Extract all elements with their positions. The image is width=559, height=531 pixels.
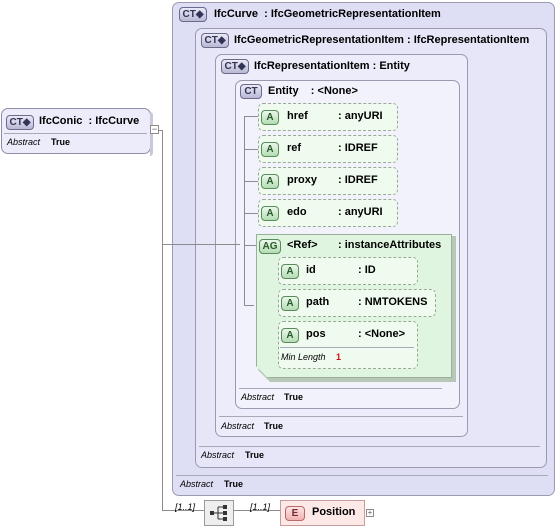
connector-line xyxy=(244,213,258,214)
ifccurve-abstract-value: True xyxy=(224,479,244,489)
sequence-icon xyxy=(210,505,227,521)
ifcgeometricrepresentationitem-abstract-label: Abstract xyxy=(201,450,235,460)
position-cardinality: [1..1] xyxy=(250,502,271,512)
connector-line xyxy=(244,149,258,150)
ifcconic-separator xyxy=(4,133,147,134)
ifcconic-abstract-value: True xyxy=(51,137,71,147)
entity-abstract-value: True xyxy=(284,392,304,402)
ifcgeometricrepresentationitem-separator xyxy=(199,446,540,447)
attribute-pos-separator xyxy=(280,347,414,348)
attribute-icon: A xyxy=(261,174,279,189)
ifcgeometricrepresentationitem-title: IfcGeometricRepresentationItem : IfcRepr… xyxy=(234,34,530,46)
entity-abstract-label: Abstract xyxy=(241,392,275,402)
attribute-name: ref xyxy=(287,142,302,154)
attribute-icon: A xyxy=(261,110,279,125)
attribute-group-name: <Ref> xyxy=(287,239,318,251)
complex-type-icon: CT ◆ xyxy=(221,59,249,74)
attribute-icon: A xyxy=(261,142,279,157)
connector-line xyxy=(244,305,254,306)
connector-line xyxy=(244,116,258,117)
position-element-name: Position xyxy=(312,506,356,518)
attribute-icon: A xyxy=(281,296,299,311)
attribute-name: path xyxy=(306,296,330,308)
ifccurve-separator xyxy=(176,475,548,476)
connector-line xyxy=(162,244,240,245)
sequence-cardinality: [1..1] xyxy=(175,502,196,512)
entity-title: Entity : <None> xyxy=(268,85,358,97)
attribute-type: : anyURI xyxy=(338,206,383,218)
attribute-name: pos xyxy=(306,328,326,340)
connector-line xyxy=(244,181,258,182)
ifcrepresentationitem-abstract-value: True xyxy=(264,421,284,431)
complex-type-icon: CT ◆ xyxy=(179,7,207,22)
min-length-value: 1 xyxy=(336,352,342,362)
attribute-name: href xyxy=(287,110,308,122)
attribute-type: : IDREF xyxy=(338,142,378,154)
connector-line xyxy=(162,130,163,511)
attribute-id[interactable] xyxy=(278,257,418,285)
ifcconic-abstract-label: Abstract xyxy=(7,137,41,147)
ifcrepresentationitem-abstract-label: Abstract xyxy=(221,421,255,431)
attribute-type: : NMTOKENS xyxy=(358,296,428,308)
attribute-type: : <None> xyxy=(358,328,406,340)
ifcconic-title: IfcConic : IfcCurve xyxy=(39,115,140,127)
attribute-group-type: : instanceAttributes xyxy=(338,239,442,251)
collapse-toggle[interactable]: − xyxy=(150,125,159,134)
entity-separator xyxy=(239,388,442,389)
attribute-name: edo xyxy=(287,206,307,218)
expand-toggle[interactable]: + xyxy=(366,509,374,517)
attribute-name: proxy xyxy=(287,174,317,186)
attribute-type: : ID xyxy=(358,264,376,276)
element-icon: E xyxy=(285,506,305,521)
attribute-name: id xyxy=(306,264,316,276)
ifccurve-abstract-label: Abstract xyxy=(180,479,214,489)
complex-type-icon: CT xyxy=(240,84,262,99)
attribute-type: : IDREF xyxy=(338,174,378,186)
ifccurve-title: IfcCurve : IfcGeometricRepresentationIte… xyxy=(214,8,441,20)
complex-type-icon: CT ◆ xyxy=(6,115,34,130)
ifcrepresentationitem-separator xyxy=(219,416,463,417)
attribute-icon: A xyxy=(281,328,299,343)
min-length-label: Min Length xyxy=(281,352,326,362)
attribute-icon: A xyxy=(281,264,299,279)
attribute-group-icon: AG xyxy=(259,239,281,254)
attribute-type: : anyURI xyxy=(338,110,383,122)
attribute-icon: A xyxy=(261,206,279,221)
complex-type-icon: CT ◆ xyxy=(201,33,229,48)
ifcconic-shadow xyxy=(150,112,153,156)
ifcrepresentationitem-title: IfcRepresentationItem : Entity xyxy=(254,60,410,72)
connector-line xyxy=(244,245,258,246)
ifcgeometricrepresentationitem-abstract-value: True xyxy=(245,450,265,460)
connector-line xyxy=(244,116,245,305)
